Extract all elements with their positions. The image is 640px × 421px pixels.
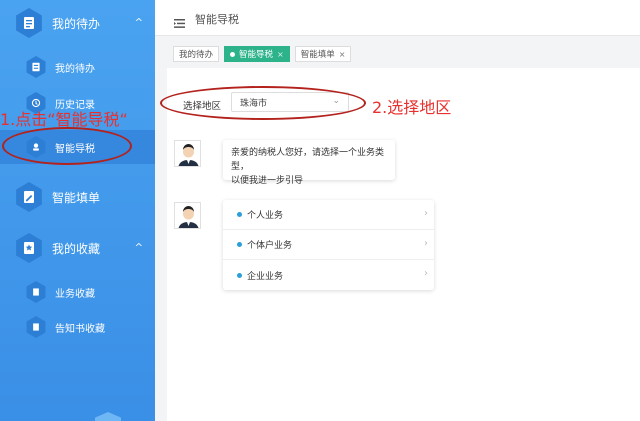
greeting-line-2: 以便我进一步引导 [231,176,304,186]
bullet-icon [237,212,242,217]
bullet-icon [237,272,242,278]
option-enterprise-business[interactable]: 企业业务 › [223,260,434,290]
page-title: 智能导税 [195,13,239,26]
document-icon [26,56,46,78]
favorites-icon [16,233,42,263]
bullet-icon [237,242,242,247]
option-personal-business[interactable]: 个人业务 › [223,200,434,230]
sidebar: 我的待办 ^ 我的待办 历史记录 智能导税 智能填单 我的收藏 ^ 业务收藏 告… [0,0,155,421]
greeting-bubble: 亲爱的纳税人您好，请选择一个业务类型， 以便我进一步引导 [223,140,395,186]
active-dot-icon [230,51,236,57]
close-icon[interactable]: × [339,50,346,59]
tab-smart-form[interactable]: 智能填单 × [294,46,352,62]
tab-smart-tax-guide[interactable]: 智能导税 × [224,46,290,62]
sidebar-item-smart-form[interactable]: 智能填单 [0,182,155,212]
bookmark-icon [26,281,46,303]
chevron-right-icon: › [424,208,428,219]
content-panel: 选择地区 珠海市 ⌄ 亲爱的纳税人您好，请选择一个业务类型， 以便我进一步引导 … [167,68,640,421]
annotation-step-1: 1.点击“智能导税“ [0,110,128,129]
app-window: 我的待办 ^ 我的待办 历史记录 智能导税 智能填单 我的收藏 ^ 业务收藏 告… [0,0,640,421]
form-icon [16,182,42,212]
assistant-avatar [174,202,201,229]
tab-label: 智能填单 [300,50,335,60]
top-bar: 智能导税 [155,0,640,36]
annotation-step-2: 2.选择地区 [372,98,452,117]
sidebar-item-label: 我的待办 [55,63,95,75]
chevron-up-icon: ^ [134,17,143,29]
sidebar-item-label: 我的收藏 [52,241,101,256]
greeting-line-1: 亲爱的纳税人您好，请选择一个业务类型， [231,148,385,172]
tab-label: 我的待办 [179,50,214,60]
bookmark-icon [26,316,46,338]
chevron-right-icon: › [424,268,428,279]
document-icon [16,8,42,38]
business-type-options: 个人业务 › 个体户业务 › 企业业务 › [223,200,434,290]
main-area: 智能导税 我的待办 智能导税 × 智能填单 × 选择地区 珠海市 ⌄ 亲爱的纳税人您… [155,0,640,421]
sidebar-item-label: 告知书收藏 [55,323,105,335]
chevron-right-icon: › [424,238,428,249]
tab-bar: 我的待办 智能导税 × 智能填单 × [173,46,352,62]
sidebar-item-label: 我的待办 [52,16,101,31]
option-label: 个人业务 [247,211,284,221]
annotation-ellipse-region [160,86,366,120]
sidebar-item-notice-favorites[interactable]: 告知书收藏 [0,316,155,338]
option-individual-business[interactable]: 个体户业务 › [223,230,434,260]
option-label: 企业业务 [247,271,284,282]
sidebar-collapse-handle[interactable] [95,412,121,421]
sidebar-item-label: 智能填单 [52,190,101,205]
close-icon[interactable]: × [277,50,284,59]
sidebar-item-label: 业务收藏 [55,288,95,300]
chevron-up-icon: ^ [134,242,143,254]
sidebar-item-my-todo-group[interactable]: 我的待办 ^ [0,8,155,38]
option-label: 个体户业务 [247,241,293,251]
annotation-ellipse-sidebar [2,127,132,165]
sidebar-item-my-todo[interactable]: 我的待办 [0,56,155,78]
menu-toggle-icon[interactable] [174,13,185,32]
assistant-avatar [174,140,201,167]
tab-my-todo[interactable]: 我的待办 [173,46,220,62]
sidebar-item-favorites-group[interactable]: 我的收藏 ^ [0,233,155,263]
tab-label: 智能导税 [239,50,274,60]
sidebar-item-business-favorites[interactable]: 业务收藏 [0,281,155,303]
